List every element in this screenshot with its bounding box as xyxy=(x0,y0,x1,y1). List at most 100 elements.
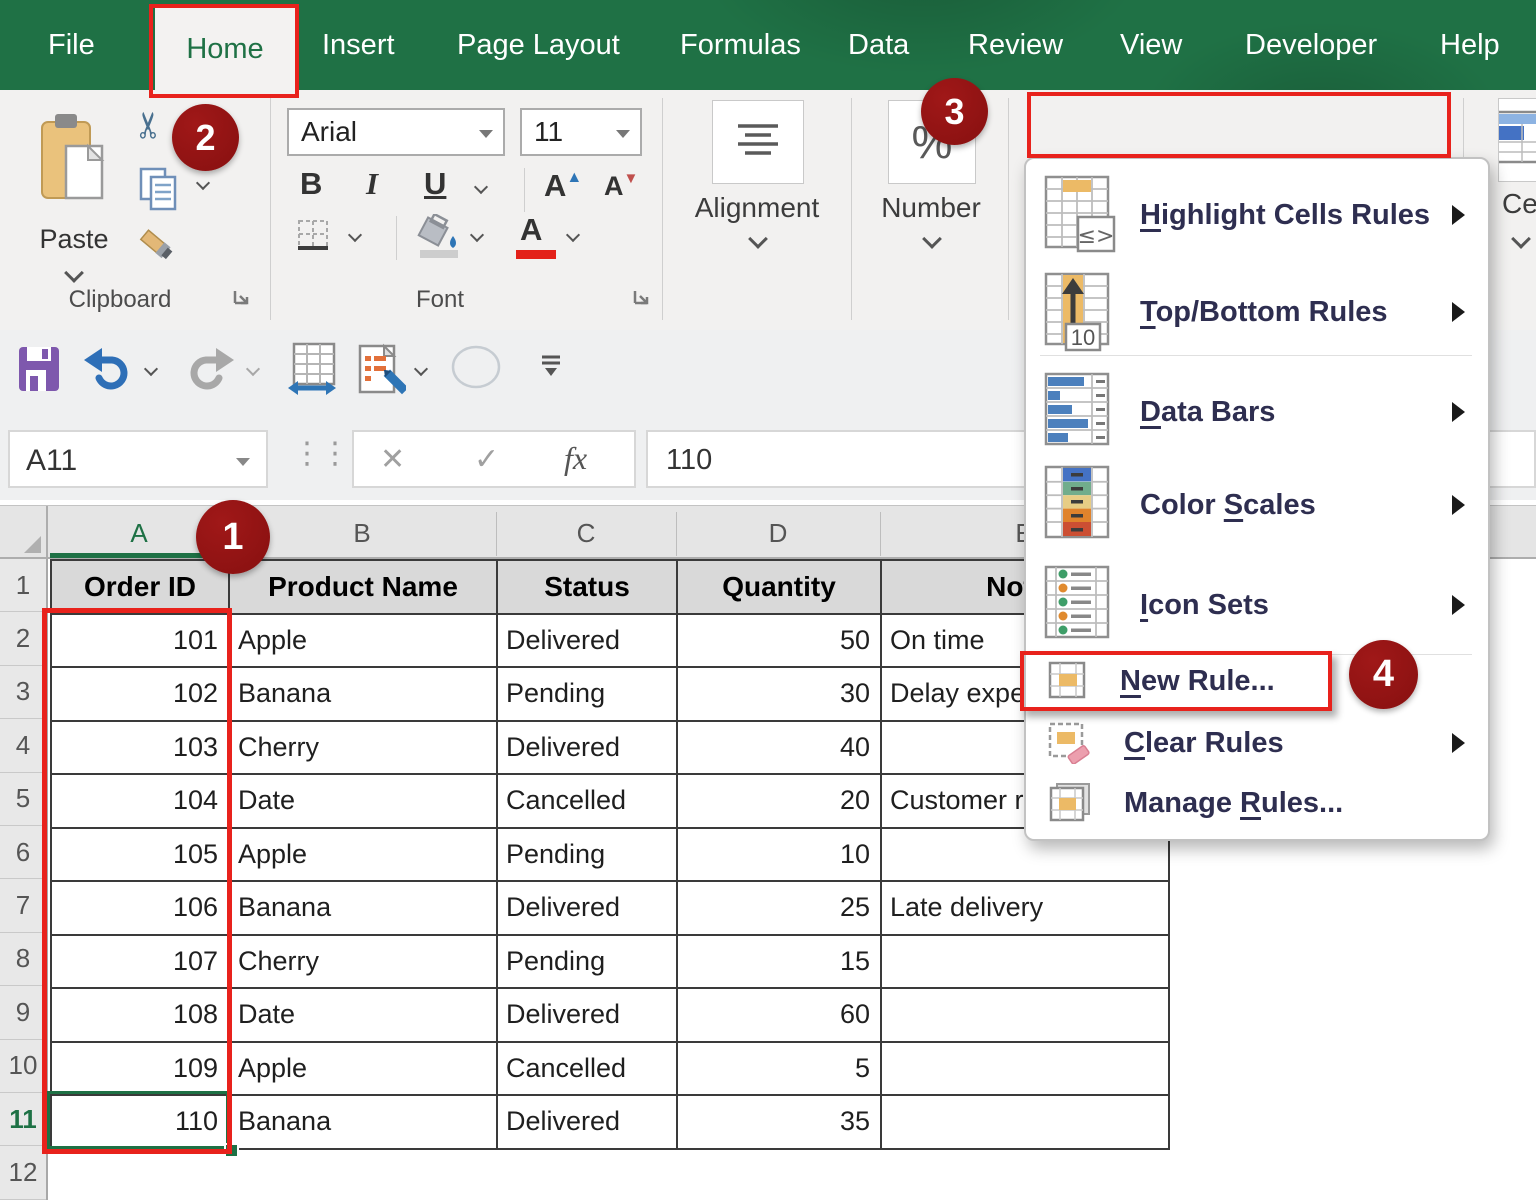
tab-home[interactable]: Home xyxy=(155,8,295,90)
font-name-select[interactable]: Arial xyxy=(287,108,505,156)
underline-dropdown-chevron[interactable] xyxy=(474,180,488,194)
column-header-c[interactable]: C xyxy=(577,506,596,560)
table-cell[interactable]: 109 xyxy=(52,1043,230,1097)
table-cell[interactable]: 102 xyxy=(52,668,230,722)
cancel-entry-icon[interactable]: ✕ xyxy=(380,442,405,477)
table-cell[interactable]: 50 xyxy=(678,615,882,669)
row-header-8[interactable]: 8 xyxy=(0,933,46,986)
table-cell[interactable]: 107 xyxy=(52,936,230,990)
row-header-6[interactable]: 6 xyxy=(0,826,46,879)
row-header-10[interactable]: 10 xyxy=(0,1040,46,1093)
name-box[interactable]: A11 xyxy=(8,430,268,488)
table-cell[interactable]: Delivered xyxy=(498,989,678,1043)
table-cell[interactable]: 35 xyxy=(678,1096,882,1150)
table-cell[interactable]: 30 xyxy=(678,668,882,722)
table-cell[interactable]: 10 xyxy=(678,829,882,883)
bold-button[interactable]: B xyxy=(300,166,322,202)
table-cell[interactable]: Apple xyxy=(230,1043,498,1097)
table-cell[interactable]: Apple xyxy=(230,829,498,883)
menu-item-clear-rules[interactable]: Clear Rules xyxy=(1032,718,1480,768)
menu-item-icon-sets[interactable]: Icon Sets xyxy=(1032,562,1480,648)
tab-formulas[interactable]: Formulas xyxy=(680,0,801,90)
clipboard-dialog-launcher[interactable] xyxy=(232,288,252,308)
tab-file[interactable]: File xyxy=(48,0,95,90)
table-cell[interactable]: Cancelled xyxy=(498,775,678,829)
table-cell[interactable] xyxy=(882,989,1170,1043)
select-all-corner[interactable] xyxy=(0,506,48,558)
table-cell[interactable] xyxy=(882,1096,1170,1150)
row-header-1[interactable]: 1 xyxy=(0,559,46,612)
column-header-b[interactable]: B xyxy=(353,506,370,560)
name-box-caret[interactable] xyxy=(236,458,250,466)
alignment-group-button[interactable] xyxy=(712,100,804,184)
column-header-a[interactable]: A xyxy=(130,506,147,560)
row-header-12[interactable]: 12 xyxy=(0,1146,46,1199)
table-cell[interactable]: Date xyxy=(230,989,498,1043)
table-header-cell[interactable]: Product Name xyxy=(230,561,498,615)
number-expand-chevron[interactable] xyxy=(922,229,942,249)
table-cell[interactable]: 60 xyxy=(678,989,882,1043)
row-header-7[interactable]: 7 xyxy=(0,879,46,932)
tab-view[interactable]: View xyxy=(1120,0,1182,90)
table-cell[interactable]: Date xyxy=(230,775,498,829)
table-cell[interactable] xyxy=(882,936,1170,990)
menu-item-color-scales[interactable]: Color Scales xyxy=(1032,462,1480,548)
menu-item-data-bars[interactable]: Data Bars xyxy=(1032,369,1480,455)
cell-styles-chevron[interactable] xyxy=(1511,229,1531,249)
tab-insert[interactable]: Insert xyxy=(322,0,395,90)
menu-item-top-bottom-rules[interactable]: 10 Top/Bottom Rules xyxy=(1032,269,1480,355)
table-header-cell[interactable]: Status xyxy=(498,561,678,615)
table-cell[interactable]: Apple xyxy=(230,615,498,669)
tab-developer[interactable]: Developer xyxy=(1245,0,1377,90)
font-dialog-launcher[interactable] xyxy=(632,288,652,308)
tab-page-layout[interactable]: Page Layout xyxy=(457,0,620,90)
table-cell[interactable]: 110 xyxy=(52,1096,230,1150)
table-cell[interactable]: Pending xyxy=(498,668,678,722)
table-cell[interactable]: 40 xyxy=(678,722,882,776)
undo-dropdown-chevron[interactable] xyxy=(144,362,158,376)
table-cell[interactable]: 104 xyxy=(52,775,230,829)
menu-item-highlight-cells-rules[interactable]: ≤> Highlight Cells Rules xyxy=(1032,172,1480,258)
table-cell[interactable]: Pending xyxy=(498,829,678,883)
table-cell[interactable]: 108 xyxy=(52,989,230,1043)
table-header-cell[interactable]: Order ID xyxy=(52,561,230,615)
table-cell[interactable]: Banana xyxy=(230,1096,498,1150)
cell-styles-button[interactable] xyxy=(1498,98,1536,182)
table-cell[interactable]: 15 xyxy=(678,936,882,990)
paste-button[interactable]: Paste xyxy=(34,110,114,310)
copy-dropdown-chevron[interactable] xyxy=(196,176,210,190)
row-header-5[interactable]: 5 xyxy=(0,773,46,826)
decrease-font-button[interactable]: A▼ xyxy=(604,170,638,202)
table-cell[interactable]: Late delivery xyxy=(882,882,1170,936)
table-cell[interactable]: 103 xyxy=(52,722,230,776)
alignment-expand-chevron[interactable] xyxy=(748,229,768,249)
table-cell[interactable]: Cancelled xyxy=(498,1043,678,1097)
form-dropdown-chevron[interactable] xyxy=(414,362,428,376)
underline-button[interactable]: U xyxy=(424,166,446,202)
redo-dropdown-chevron[interactable] xyxy=(246,362,260,376)
row-header-3[interactable]: 3 xyxy=(0,666,46,719)
insert-function-icon[interactable]: fx xyxy=(564,440,587,477)
table-cell[interactable]: Delivered xyxy=(498,882,678,936)
table-cell[interactable]: 101 xyxy=(52,615,230,669)
column-header-d[interactable]: D xyxy=(769,506,788,560)
table-cell[interactable] xyxy=(882,1043,1170,1097)
borders-dropdown-chevron[interactable] xyxy=(348,228,362,242)
row-header-2[interactable]: 2 xyxy=(0,612,46,665)
tab-help[interactable]: Help xyxy=(1440,0,1500,90)
table-cell[interactable]: Pending xyxy=(498,936,678,990)
table-cell[interactable]: Cherry xyxy=(230,936,498,990)
row-header-11[interactable]: 11 xyxy=(0,1093,46,1146)
table-cell[interactable]: 20 xyxy=(678,775,882,829)
font-color-dropdown-chevron[interactable] xyxy=(566,228,580,242)
cut-icon[interactable]: ✂ xyxy=(128,110,170,140)
increase-font-button[interactable]: A▲ xyxy=(544,168,582,204)
table-cell[interactable]: Cherry xyxy=(230,722,498,776)
menu-item-manage-rules[interactable]: Manage Rules... xyxy=(1032,778,1480,828)
table-cell[interactable]: Banana xyxy=(230,668,498,722)
table-cell[interactable]: Delivered xyxy=(498,722,678,776)
fill-handle[interactable] xyxy=(224,1143,239,1158)
font-color-button[interactable]: A xyxy=(520,212,542,248)
row-header-4[interactable]: 4 xyxy=(0,719,46,772)
confirm-entry-icon[interactable]: ✓ xyxy=(474,442,499,477)
